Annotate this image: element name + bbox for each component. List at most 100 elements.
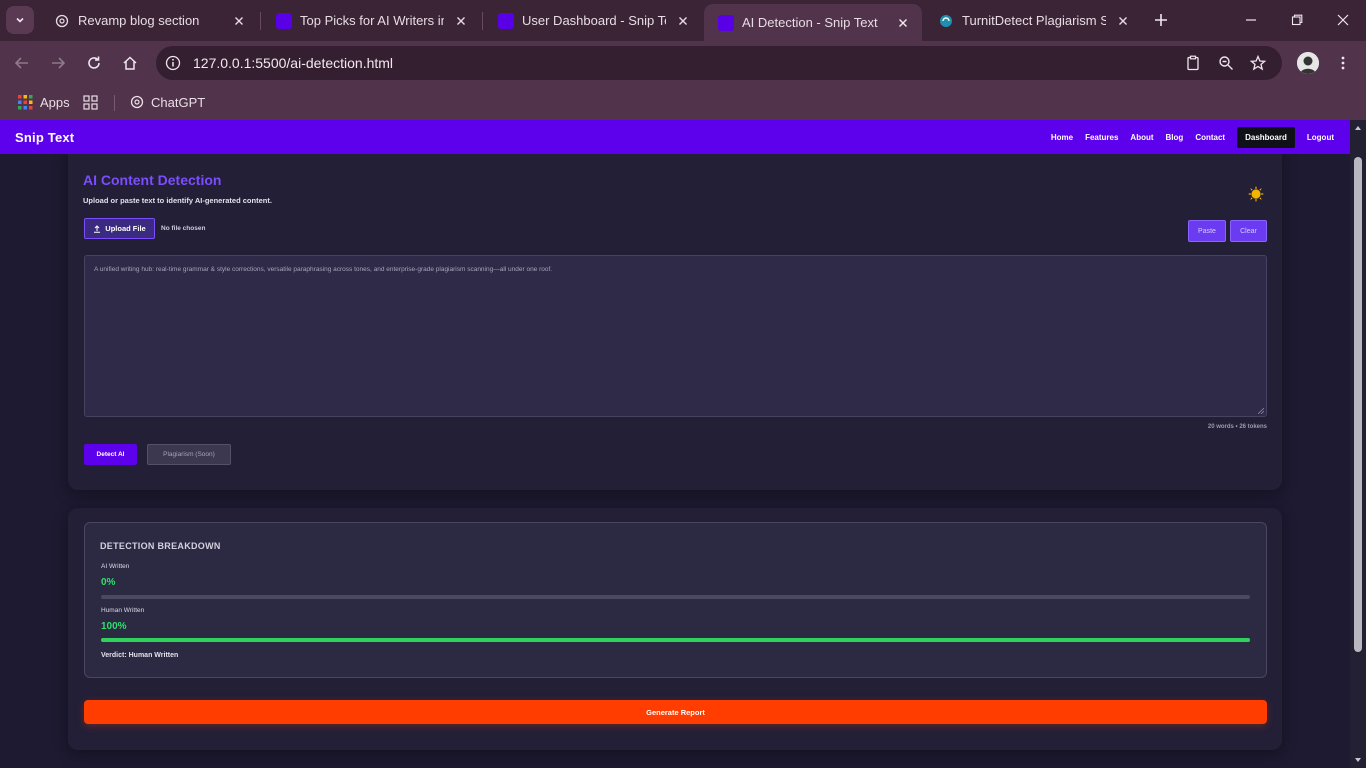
tab-title: Top Picks for AI Writers in 2025 [300,13,444,28]
ai-written-bar [101,595,1250,599]
nav-about[interactable]: About [1130,133,1153,142]
address-bar[interactable]: 127.0.0.1:5500/ai-detection.html [156,46,1282,80]
bookmark-star-icon[interactable] [1249,54,1267,72]
nav-blog[interactable]: Blog [1166,133,1184,142]
close-icon [1337,14,1349,26]
file-status: No file chosen [161,225,206,232]
upload-file-button[interactable]: Upload File [84,218,155,239]
scroll-up-icon[interactable] [1354,124,1362,132]
home-icon [123,56,137,70]
tab-groups-icon [83,94,98,110]
browser-toolbar: 127.0.0.1:5500/ai-detection.html [0,41,1366,85]
bookmark-label: ChatGPT [151,94,206,110]
chatgpt-icon [130,95,144,109]
profile-avatar[interactable] [1297,52,1319,74]
paste-button[interactable]: Paste [1188,220,1226,242]
detection-breakdown: DETECTION BREAKDOWN AI Written 0% Human … [84,522,1267,678]
detection-card: AI Content Detection Upload or paste tex… [68,148,1282,490]
close-tab-icon[interactable] [452,12,470,30]
generate-report-button[interactable]: Generate Report [84,700,1267,724]
snip-text-favicon [498,12,514,29]
scrollbar-thumb[interactable] [1354,157,1362,652]
snip-text-favicon [276,12,292,29]
word-token-count: 20 words • 26 tokens [1207,424,1267,430]
tab-strip: Revamp blog section Top Picks for AI Wri… [0,0,1366,41]
bookmarks-bar: Apps ChatGPT [0,85,1366,120]
resize-handle-icon[interactable] [1258,408,1264,414]
human-written-value: 100% [101,621,127,632]
chevron-down-icon [16,17,24,23]
restore-button[interactable] [1285,8,1309,32]
plagiarism-button[interactable]: Plagiarism (Soon) [147,444,231,465]
nav-contact[interactable]: Contact [1195,133,1225,142]
human-written-bar [101,638,1250,642]
restore-icon [1291,14,1303,26]
clipboard-icon[interactable] [1184,54,1202,72]
bookmark-apps[interactable]: Apps [18,92,70,112]
tab-user-dashboard[interactable]: User Dashboard - Snip Text [484,4,702,37]
nav-logout[interactable]: Logout [1307,133,1334,142]
close-window-button[interactable] [1331,8,1355,32]
reload-icon [88,56,100,69]
page-subtitle: Upload or paste text to identify AI-gene… [83,196,272,205]
ai-written-value: 0% [101,577,116,588]
detect-ai-button[interactable]: Detect AI [84,444,137,465]
tab-divider [482,12,483,30]
forward-button[interactable] [45,50,71,76]
clear-button[interactable]: Clear [1230,220,1267,242]
tab-top-picks[interactable]: Top Picks for AI Writers in 2025 [262,4,480,37]
minimize-icon [1246,19,1256,21]
tab-ai-detection[interactable]: AI Detection - Snip Text [704,4,922,41]
avatar-icon [1297,52,1319,74]
zoom-icon[interactable] [1217,54,1235,72]
nav-home[interactable]: Home [1051,133,1073,142]
upload-icon [94,224,101,233]
results-card: DETECTION BREAKDOWN AI Written 0% Human … [68,508,1282,750]
reload-button[interactable] [81,50,107,76]
bookmark-label: Apps [40,94,70,110]
back-button[interactable] [9,50,35,76]
page-viewport: AI Content Detection Upload or paste tex… [0,120,1366,768]
human-written-bar-fill [101,638,1250,642]
apps-grid-icon [18,94,33,109]
human-written-label: Human Written [101,607,145,614]
sun-icon[interactable] [1248,186,1264,202]
nav-dashboard[interactable]: Dashboard [1237,126,1295,148]
browser-menu-button[interactable] [1330,50,1356,76]
scroll-down-icon[interactable] [1354,756,1362,764]
tab-turnitdetect[interactable]: TurnitDetect Plagiarism Service [924,4,1142,37]
arrow-right-icon [52,57,66,69]
close-tab-icon[interactable] [230,12,248,30]
minimize-button[interactable] [1239,8,1263,32]
bookmark-chatgpt[interactable]: ChatGPT [130,92,205,112]
page-title: AI Content Detection [83,172,222,188]
home-button[interactable] [117,50,143,76]
tab-title: TurnitDetect Plagiarism Service [962,13,1106,28]
tab-divider [260,12,261,30]
site-info-icon[interactable] [164,54,182,72]
nav-features[interactable]: Features [1085,133,1118,142]
verdict-text: Verdict: Human Written [101,652,179,659]
arrow-left-icon [14,57,28,69]
close-tab-icon[interactable] [674,12,692,30]
breakdown-title: DETECTION BREAKDOWN [100,541,221,551]
chatgpt-icon [54,13,70,29]
kebab-menu-icon [1341,56,1345,70]
upload-file-label: Upload File [105,224,146,233]
close-tab-icon[interactable] [894,14,912,32]
bookmark-divider [114,95,115,111]
site-nav: Home Features About Blog Contact Dashboa… [1039,120,1334,154]
plus-icon [1155,14,1167,26]
tab-title: User Dashboard - Snip Text [522,13,666,28]
new-tab-button[interactable] [1150,9,1172,31]
tab-search-button[interactable] [6,6,34,34]
site-logo[interactable]: Snip Text [15,130,74,145]
site-header: Snip Text Home Features About Blog Conta… [0,120,1350,154]
bookmark-tab-groups[interactable] [83,92,98,112]
tab-revamp-blog[interactable]: Revamp blog section [40,4,258,37]
page-scrollbar[interactable] [1350,120,1366,768]
close-tab-icon[interactable] [1114,12,1132,30]
text-input[interactable]: A unified writing hub: real-time grammar… [84,255,1267,417]
snip-text-favicon [718,14,734,31]
tab-title: AI Detection - Snip Text [742,15,878,30]
